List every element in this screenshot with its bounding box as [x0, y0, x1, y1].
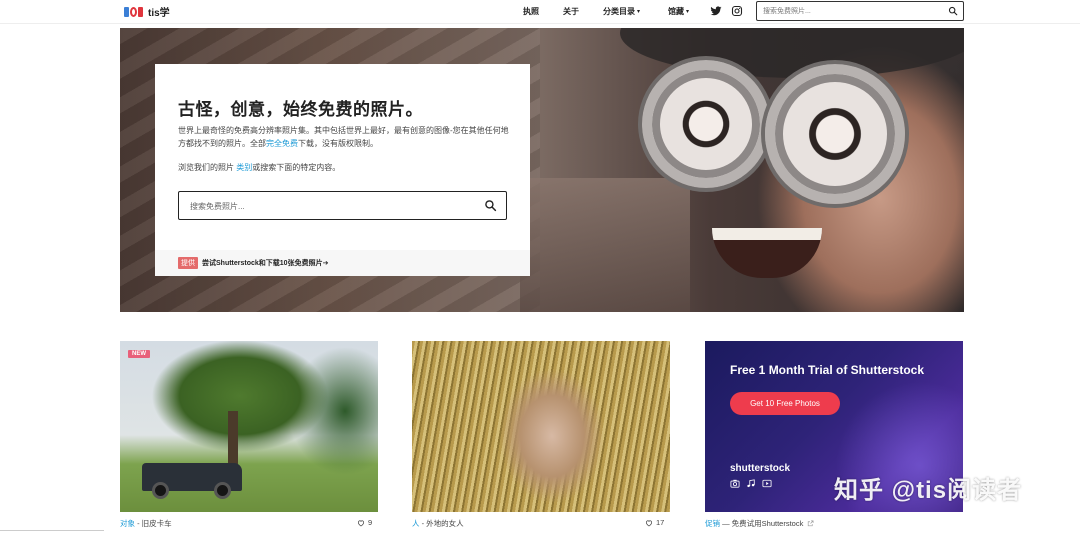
free-download-link[interactable]: 完全免费 [266, 139, 298, 148]
logo-mark-icon [124, 6, 143, 18]
promo-link-text[interactable]: 尝试Shutterstock和下载10张免费照片➔ [202, 258, 328, 268]
heart-icon [645, 519, 653, 526]
nav-item-about[interactable]: 关于 [563, 0, 579, 22]
category-link-people[interactable]: 人 [412, 519, 420, 528]
get-free-photos-button[interactable]: Get 10 Free Photos [730, 392, 840, 415]
instagram-icon[interactable] [731, 5, 743, 17]
search-icon[interactable] [948, 6, 958, 16]
site-logo[interactable]: tis学 [124, 4, 170, 19]
hero-search-box [178, 191, 507, 220]
external-link-icon [808, 520, 814, 527]
category-link-promo[interactable]: 促销 [705, 519, 720, 528]
twitter-icon[interactable] [710, 5, 722, 17]
photo-card-woman-field[interactable] [412, 341, 670, 512]
card-caption-old-pickup: 对象 - 旧皮卡车 [120, 519, 172, 528]
shutterstock-promo[interactable]: 提供 尝试Shutterstock和下载10张免费照片➔ [155, 250, 530, 276]
logo-text: tis学 [148, 8, 170, 19]
promo-title-link[interactable]: 免费试用Shutterstock [732, 519, 804, 528]
top-navbar: tis学 执照 关于 分类目录 ▾ 馆藏 ▾ [0, 0, 1080, 24]
nav-item-categories[interactable]: 分类目录 ▾ [603, 0, 640, 22]
photo-title-link[interactable]: 外地的女人 [426, 519, 464, 528]
search-icon[interactable] [484, 199, 497, 212]
hero-card: 古怪，创意，始终免费的照片。 世界上最奇怪的免费高分辨率照片集。其中包括世界上最… [155, 64, 530, 276]
new-badge: NEW [128, 350, 150, 358]
categories-link[interactable]: 类别 [236, 163, 252, 172]
chevron-down-icon: ▾ [686, 8, 690, 15]
music-icon [747, 479, 755, 488]
like-counter[interactable]: 17 [645, 518, 664, 527]
category-link-objects[interactable]: 对象 [120, 519, 135, 528]
hero-browse-text: 浏览我们的照片 类别或搜索下面的特定内容。 [178, 163, 341, 172]
photo-title-link[interactable]: 旧皮卡车 [142, 519, 172, 528]
ad-title: Free 1 Month Trial of Shutterstock [730, 363, 925, 377]
nav-item-collections[interactable]: 馆藏 ▾ [668, 0, 689, 22]
hero-description: 世界上最奇怪的免费高分辨率照片集。其中包括世界上最好，最有创意的图像-您在其他任… [178, 126, 509, 148]
ad-media-icons [730, 479, 772, 488]
card-caption-woman-field: 人 - 外地的女人 [412, 519, 464, 528]
shutterstock-logo: shutterstock [730, 463, 791, 474]
zhihu-watermark: 知乎 @tis阅读者 [834, 477, 1023, 504]
hero-search-input[interactable] [190, 200, 470, 212]
card-caption-promo: 促销 — 免费试用Shutterstock [705, 518, 814, 529]
promo-badge: 提供 [178, 257, 198, 269]
camera-icon [730, 479, 740, 488]
photo-card-old-pickup[interactable]: NEW [120, 341, 378, 512]
nav-search-box [756, 1, 964, 21]
video-icon [762, 479, 772, 488]
nav-search-input[interactable] [763, 5, 943, 17]
hero-title: 古怪，创意，始终免费的照片。 [178, 100, 423, 119]
nav-item-license[interactable]: 执照 [523, 0, 539, 22]
heart-icon [357, 519, 365, 526]
chevron-down-icon: ▾ [637, 8, 641, 15]
like-counter[interactable]: 9 [357, 518, 372, 527]
